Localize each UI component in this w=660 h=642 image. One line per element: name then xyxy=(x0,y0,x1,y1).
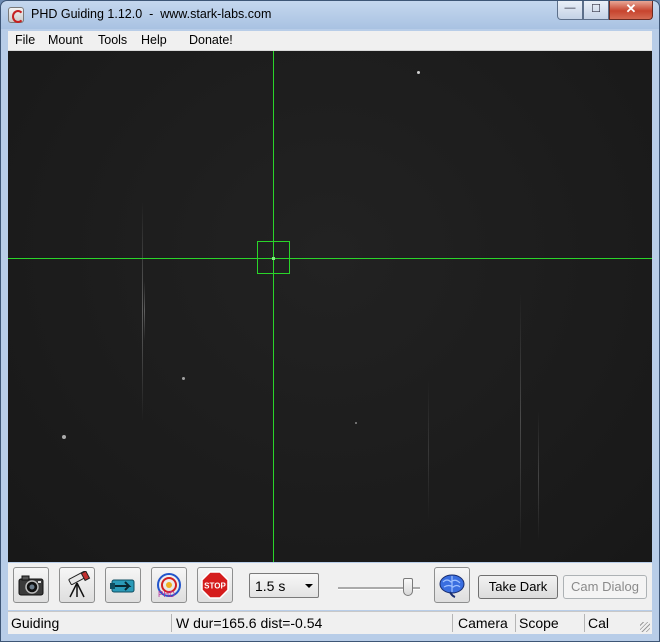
menu-tools[interactable]: Tools xyxy=(98,33,127,47)
phd-app-icon[interactable] xyxy=(8,7,24,23)
minimize-icon: — xyxy=(564,2,576,14)
loop-icon xyxy=(110,579,135,593)
loop-exposure-button[interactable] xyxy=(105,567,141,603)
window-controls: — ☐ ✕ xyxy=(557,1,653,21)
sensor-streak xyxy=(142,201,143,421)
resize-grip[interactable] xyxy=(640,622,650,632)
chevron-down-icon xyxy=(305,584,313,588)
star[interactable] xyxy=(62,435,66,439)
stop-icon: STOP xyxy=(201,571,229,599)
status-scope: Scope xyxy=(519,615,559,631)
control-toolbar: PHD STOP 1.5 s Take Dark Cam Dialog xyxy=(8,563,652,610)
status-camera: Camera xyxy=(458,615,508,631)
status-mode: Guiding xyxy=(11,615,60,631)
status-bar: Guiding W dur=165.6 dist=-0.54 Camera Sc… xyxy=(8,611,652,634)
star[interactable] xyxy=(182,377,185,380)
phd-icon-text: PHD xyxy=(158,590,175,599)
sensor-streak xyxy=(144,281,145,341)
phd-guide-icon: PHD xyxy=(157,573,181,599)
sensor-streak xyxy=(538,411,539,541)
gamma-slider-thumb[interactable] xyxy=(403,578,413,596)
star[interactable] xyxy=(417,71,420,74)
crosshair-vertical xyxy=(273,51,274,562)
status-info: W dur=165.6 dist=-0.54 xyxy=(176,615,323,631)
stop-icon-text: STOP xyxy=(204,582,226,591)
app-window: PHD Guiding 1.12.0 - www.stark-labs.com … xyxy=(0,0,660,642)
status-divider xyxy=(171,614,172,632)
status-cal: Cal xyxy=(588,615,610,631)
status-divider xyxy=(515,614,516,632)
camera-icon xyxy=(18,575,44,596)
sensor-streak xyxy=(520,291,521,551)
star[interactable] xyxy=(355,422,357,424)
guide-camera-view[interactable] xyxy=(8,51,652,562)
status-divider xyxy=(452,614,453,632)
exposure-duration-value: 1.5 s xyxy=(255,578,286,594)
maximize-button[interactable]: ☐ xyxy=(583,1,609,20)
start-guiding-button[interactable]: PHD xyxy=(151,567,187,603)
menu-mount[interactable]: Mount xyxy=(48,33,83,47)
maximize-icon: ☐ xyxy=(591,3,601,15)
status-divider xyxy=(584,614,585,632)
telescope-icon xyxy=(68,571,91,598)
menu-bar: File Mount Tools Help Donate! xyxy=(8,31,652,51)
window-title: PHD Guiding 1.12.0 - www.stark-labs.com xyxy=(31,7,272,21)
title-bar[interactable]: PHD Guiding 1.12.0 - www.stark-labs.com … xyxy=(1,1,659,31)
minimize-button[interactable]: — xyxy=(557,1,583,20)
cam-dialog-button[interactable]: Cam Dialog xyxy=(563,575,647,599)
connect-camera-button[interactable] xyxy=(13,567,49,603)
menu-file[interactable]: File xyxy=(15,33,35,47)
take-dark-button[interactable]: Take Dark xyxy=(478,575,558,599)
guide-star xyxy=(272,257,275,260)
exposure-duration-select[interactable]: 1.5 s xyxy=(249,573,319,598)
brain-icon xyxy=(439,574,465,598)
connect-mount-button[interactable] xyxy=(59,567,95,603)
stop-button[interactable]: STOP xyxy=(197,567,233,603)
close-button[interactable]: ✕ xyxy=(609,1,653,20)
sensor-streak xyxy=(428,381,429,521)
close-icon: ✕ xyxy=(625,1,637,16)
menu-donate[interactable]: Donate! xyxy=(189,33,233,47)
advanced-settings-button[interactable] xyxy=(434,567,470,603)
menu-help[interactable]: Help xyxy=(141,33,167,47)
crosshair-horizontal xyxy=(8,258,652,259)
